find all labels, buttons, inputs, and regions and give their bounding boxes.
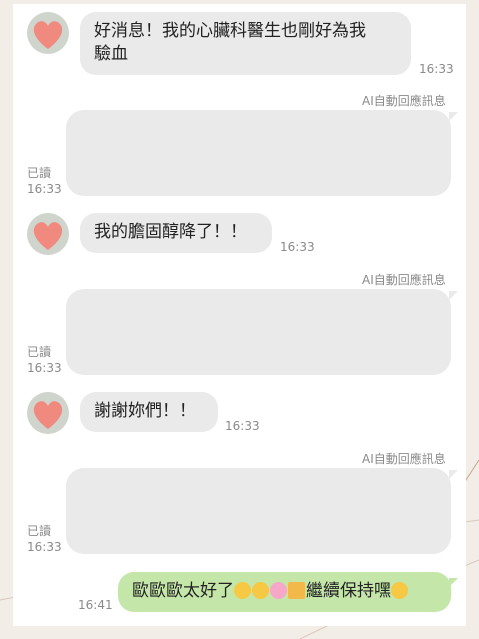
bubble-tail [449, 112, 458, 121]
bubble-tail [449, 470, 458, 479]
message-time: 16:33 [280, 240, 315, 254]
read-label: 已讀 [27, 524, 52, 538]
bubble-tail [449, 291, 458, 300]
message-time: 16:33 [27, 361, 62, 375]
contact-avatar[interactable] [27, 213, 69, 255]
ai-auto-reply-tag: AI自動回應訊息 [362, 94, 446, 108]
outgoing-auto-reply-3[interactable] [66, 468, 451, 554]
outgoing-auto-reply-2[interactable] [66, 289, 451, 375]
message-time: 16:33 [419, 62, 454, 76]
outgoing-message[interactable]: 歐歐歐太好了 繼續保持嘿 [118, 572, 451, 612]
contact-avatar[interactable] [27, 12, 69, 54]
cherry-blossom-icon [270, 582, 287, 599]
read-label: 已讀 [27, 166, 52, 180]
incoming-message-2[interactable]: 我的膽固醇降了！！ [80, 213, 272, 253]
read-status: 已讀 16:33 [27, 165, 62, 197]
read-label: 已讀 [27, 345, 52, 359]
message-text: 謝謝妳們！！ [94, 401, 196, 421]
incoming-message-3[interactable]: 謝謝妳們！！ [80, 392, 218, 432]
heart-icon [33, 222, 63, 250]
grinning-squint-face-icon [234, 582, 251, 599]
message-time: 16:41 [78, 598, 113, 612]
read-status: 已讀 16:33 [27, 344, 62, 376]
ai-auto-reply-tag: AI自動回應訊息 [362, 452, 446, 466]
contact-avatar[interactable] [27, 392, 69, 434]
heart-icon [33, 21, 63, 49]
message-time: 16:33 [27, 540, 62, 554]
heart-icon [33, 401, 63, 429]
incoming-message-1[interactable]: 好消息！我的心臟科醫生也剛好為我 驗血 [80, 12, 411, 75]
grinning-squint-face-icon [252, 582, 269, 599]
message-text-line: 好消息！我的心臟科醫生也剛好為我 [94, 21, 366, 41]
message-text-line: 驗血 [94, 44, 128, 64]
party-popper-icon [288, 582, 305, 599]
bubble-tail [449, 578, 458, 587]
chat-window: 好消息！我的心臟科醫生也剛好為我 驗血 16:33 AI自動回應訊息 已讀 16… [13, 4, 466, 626]
message-text: 歐歐歐太好了 [132, 581, 234, 601]
message-text: 我的膽固醇降了！！ [94, 222, 247, 242]
message-time: 16:33 [27, 182, 62, 196]
read-status: 已讀 16:33 [27, 523, 62, 555]
ai-auto-reply-tag: AI自動回應訊息 [362, 273, 446, 287]
message-text-continued: 繼續保持嘿 [306, 581, 391, 601]
outgoing-auto-reply-1[interactable] [66, 110, 451, 196]
message-time: 16:33 [225, 419, 260, 433]
smiling-face-with-hearts-icon [391, 582, 408, 599]
